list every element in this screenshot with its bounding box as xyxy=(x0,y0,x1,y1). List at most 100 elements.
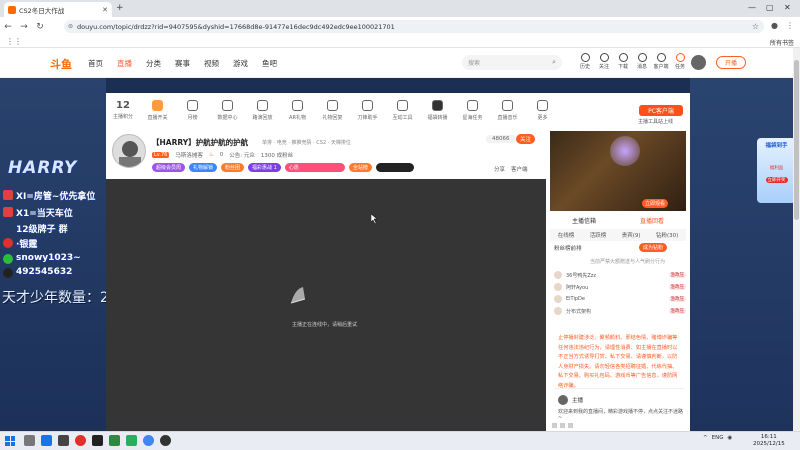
download-button[interactable]: 下载 xyxy=(615,53,631,70)
color-icon[interactable] xyxy=(560,423,565,428)
floating-ad[interactable]: 福袋到手 福利品 立即开奖 xyxy=(757,138,796,203)
bookmark-star-icon[interactable]: ☆ xyxy=(752,22,759,31)
tool-monthly[interactable]: 月榜 xyxy=(175,93,210,121)
close-tab-icon[interactable]: ✕ xyxy=(102,6,108,14)
watch-now-label[interactable]: 立即观看 xyxy=(642,199,669,208)
douyu-logo[interactable]: 斗鱼 xyxy=(50,56,80,71)
recommended-stream[interactable]: 立即观看 xyxy=(550,131,686,211)
follow-button[interactable]: 关注 xyxy=(596,53,612,70)
tool-site-link[interactable]: 主播工具站上线 xyxy=(638,118,673,125)
tool-assistant[interactable]: 刀锋助手 xyxy=(350,93,385,121)
maximize-icon[interactable]: ▢ xyxy=(766,3,774,12)
nvidia-icon[interactable] xyxy=(126,435,137,446)
tool-gift-reply[interactable]: 礼物回复 xyxy=(315,93,350,121)
badge-vip[interactable]: 超级会员周 xyxy=(152,163,186,172)
tool-label: 直播音乐 xyxy=(497,115,518,121)
page-scrollbar[interactable] xyxy=(793,48,800,431)
client-link[interactable]: 客户端 xyxy=(511,165,528,173)
forward-icon[interactable]: → xyxy=(16,22,32,32)
room-category[interactable]: 马斯洛摊客 xyxy=(175,151,203,159)
follow-button[interactable]: 关注 xyxy=(516,134,536,144)
badge-dark[interactable] xyxy=(375,163,414,172)
nav-video[interactable]: 视频 xyxy=(204,58,219,69)
scrollbar-thumb[interactable] xyxy=(794,60,799,220)
reload-icon[interactable]: ↻ xyxy=(32,22,48,32)
badge-lottery[interactable]: 福彩惠战 1 xyxy=(248,163,281,172)
tab-mailbox[interactable]: 主播信箱 xyxy=(572,216,596,225)
video-player[interactable]: 主播正在连线中，请稍后重试 xyxy=(106,179,546,431)
overlay-line-2: X1=当天车位 xyxy=(16,209,73,219)
pc-client-button[interactable]: PC客户端 xyxy=(639,105,683,116)
tab-vip[interactable]: 贵宾(9) xyxy=(622,231,641,239)
network-icon[interactable]: ◉ xyxy=(727,435,732,441)
clock[interactable]: 16:11 2025/12/15 xyxy=(753,434,785,448)
badge-gift-unlock[interactable]: 礼物解锁 xyxy=(189,163,218,172)
messages-button[interactable]: 消息 xyxy=(634,53,650,70)
list-item[interactable]: 阿轩Ayou 渔政压 xyxy=(554,281,686,293)
menu-icon[interactable]: ⋮ xyxy=(786,21,794,30)
browser-tab[interactable]: CS2冬日大作战 ✕ xyxy=(4,2,112,17)
tool-switch[interactable]: 直播开关 xyxy=(140,93,175,121)
search-icon[interactable] xyxy=(24,435,35,446)
netease-icon[interactable] xyxy=(75,435,86,446)
game-icon[interactable] xyxy=(109,435,120,446)
tool-more[interactable]: 更多 xyxy=(525,93,560,121)
emoji-icon[interactable] xyxy=(552,423,557,428)
nav-games[interactable]: 游戏 xyxy=(233,58,248,69)
history-button[interactable]: 历史 xyxy=(577,53,593,70)
url-field[interactable]: ⊜ douyu.com/topic/drdzz?rid=9407595&dysh… xyxy=(64,20,764,33)
obs-icon[interactable] xyxy=(160,435,171,446)
tool-ar[interactable]: AR礼物 xyxy=(280,93,315,121)
nav-yuba[interactable]: 鱼吧 xyxy=(262,58,277,69)
search-icon[interactable]: ⌕ xyxy=(552,58,556,67)
nav-live[interactable]: 直播 xyxy=(117,58,132,69)
tool-luckybag[interactable]: 福袋转播 xyxy=(420,93,455,121)
nav-events[interactable]: 赛事 xyxy=(175,58,190,69)
list-item[interactable]: EiTipDe 渔政压 xyxy=(554,293,686,305)
tab-diamond[interactable]: 钻粉(30) xyxy=(656,231,678,239)
become-diamond-button[interactable]: 成为钻粉 xyxy=(639,243,668,252)
tray-chevron-icon[interactable]: ^ xyxy=(703,435,708,441)
windows-start-icon[interactable] xyxy=(5,436,15,446)
all-bookmarks[interactable]: 所有书签 xyxy=(770,38,794,47)
start-stream-button[interactable]: 开播 xyxy=(716,56,746,69)
file-explorer-icon[interactable] xyxy=(41,435,52,446)
list-item[interactable]: 分布式架构 渔政压 xyxy=(554,305,686,317)
tool-music[interactable]: 直播音乐 xyxy=(490,93,525,121)
badge-wish[interactable]: 心愿 xyxy=(284,163,345,172)
nav-category[interactable]: 分类 xyxy=(146,58,161,69)
nav-home[interactable]: 首页 xyxy=(88,58,103,69)
location-icon xyxy=(656,53,666,62)
site-info-icon[interactable]: ⊜ xyxy=(68,23,73,30)
speaker-icon[interactable] xyxy=(568,423,573,428)
profile-icon[interactable]: ● xyxy=(771,21,778,30)
ad-button[interactable]: 立即开奖 xyxy=(765,177,788,183)
tool-task[interactable]: 星海任务 xyxy=(455,93,490,121)
language-indicator[interactable]: ENG xyxy=(712,435,724,441)
streamer-avatar[interactable] xyxy=(112,134,146,168)
list-item[interactable]: 36号鸭先Zzz 渔政压 xyxy=(554,269,686,281)
search-input[interactable]: 搜索 ⌕ xyxy=(462,55,562,70)
tool-interact[interactable]: 互动工具 xyxy=(385,93,420,121)
client-button[interactable]: 客户端 xyxy=(653,53,669,70)
apps-grid-icon[interactable]: ⋮⋮ xyxy=(6,37,22,46)
back-icon[interactable]: ← xyxy=(0,22,16,32)
score-tool[interactable]: 12 主播积分 xyxy=(106,93,140,120)
user-avatar[interactable] xyxy=(691,55,706,70)
badge-allsite[interactable]: 全站榜 xyxy=(348,163,372,172)
tool-data[interactable]: 数据中心 xyxy=(210,93,245,121)
tab-online[interactable]: 在线榜 xyxy=(558,231,575,239)
minimize-icon[interactable]: — xyxy=(748,3,756,12)
chrome-icon[interactable] xyxy=(143,435,154,446)
new-tab-button[interactable]: + xyxy=(116,3,124,13)
app-icon[interactable] xyxy=(58,435,69,446)
toolbar: 12 主播积分 直播开关 月榜 数据中心 路演回放 AR礼物 礼物回复 刀锋助手… xyxy=(106,93,690,129)
tasks-button[interactable]: 任务 xyxy=(672,53,688,70)
tool-replay[interactable]: 路演回放 xyxy=(245,93,280,121)
badge-fans[interactable]: 粉丝团 xyxy=(221,163,245,172)
terminal-icon[interactable] xyxy=(92,435,103,446)
tab-playback[interactable]: 直播回看 xyxy=(640,216,664,225)
share-button[interactable]: 分享 xyxy=(494,165,505,173)
tab-active[interactable]: 活跃榜 xyxy=(590,231,607,239)
close-window-icon[interactable]: ✕ xyxy=(784,3,791,12)
